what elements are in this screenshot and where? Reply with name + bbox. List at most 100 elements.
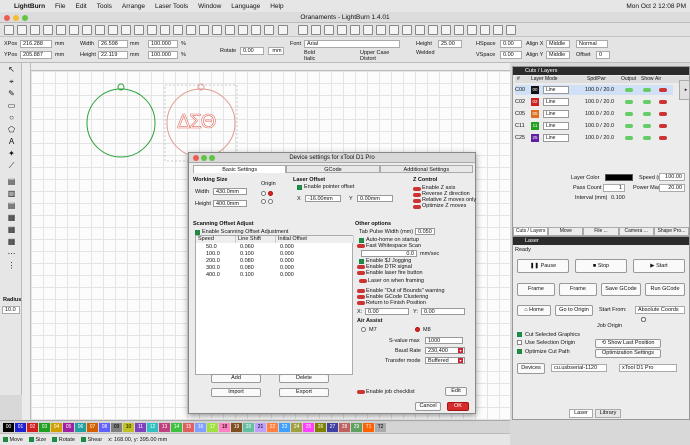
align-icon[interactable]	[199, 25, 209, 35]
layer-swatch[interactable]: 00	[531, 86, 539, 94]
size-toggle[interactable]: Size	[28, 437, 46, 443]
table-row[interactable]: 400.0 0.100 0.000	[196, 272, 352, 278]
layer-air-toggle[interactable]	[659, 100, 667, 104]
edit-nodes-icon[interactable]: ⌖	[7, 77, 16, 86]
col-speed[interactable]: Speed	[196, 236, 236, 243]
cut-selected-checkbox[interactable]: Cut Selected Graphics	[525, 332, 580, 338]
palette-swatch[interactable]: 28	[339, 422, 350, 432]
m8-radio[interactable]	[415, 327, 420, 332]
scale-width-field[interactable]: 100.000	[148, 40, 178, 48]
rotate-toggle[interactable]: Rotate	[52, 437, 75, 443]
menu-help[interactable]: Help	[270, 3, 283, 10]
zoom-fit-icon[interactable]	[147, 25, 157, 35]
gear-icon[interactable]	[506, 25, 516, 35]
show-last-position-button[interactable]: ⟲ Show Last Position	[595, 339, 661, 348]
flip-icon[interactable]	[278, 25, 288, 35]
palette-swatch[interactable]: 04	[51, 422, 62, 432]
palette-swatch[interactable]: 13	[159, 422, 170, 432]
tab-cuts-layers[interactable]: Cuts / Layers	[513, 227, 549, 236]
enable-jog-checkbox[interactable]	[359, 259, 364, 264]
layer-air-toggle[interactable]	[659, 136, 667, 140]
menu-arrange[interactable]: Arrange	[122, 3, 145, 10]
layer-mode-select[interactable]: Line	[543, 86, 569, 94]
undo-icon[interactable]	[43, 25, 53, 35]
tab-move[interactable]: Move	[548, 227, 584, 236]
interval-value[interactable]: 0.100	[611, 195, 625, 201]
laser-framing-toggle[interactable]	[359, 279, 367, 283]
width-field[interactable]: 26.598	[98, 40, 128, 48]
rotate-field[interactable]: 0.00	[240, 47, 264, 55]
import-button[interactable]: Import	[211, 388, 261, 397]
arrays-icon[interactable]	[238, 25, 248, 35]
origin-bottom-right-radio[interactable]	[268, 199, 273, 204]
port-select[interactable]: cu.usbserial-1120	[551, 364, 607, 372]
boolean-icon[interactable]	[311, 25, 321, 35]
col-line-shift[interactable]: Line Shift	[236, 236, 276, 243]
height-field[interactable]: 22.119	[98, 51, 128, 59]
ornament-text[interactable]: ΔΣΘ	[177, 111, 217, 134]
align-y-select[interactable]: Middle	[546, 51, 570, 59]
start-from-select[interactable]: Absolute Coords	[635, 306, 685, 314]
rectangle-tool-icon[interactable]: ▭	[7, 101, 16, 110]
paste-icon[interactable]	[95, 25, 105, 35]
layer-row[interactable]: C25 25 Line 100.0 / 20.0	[515, 133, 673, 143]
palette-swatch[interactable]: 05	[63, 422, 74, 432]
palette-swatch[interactable]: 22	[267, 422, 278, 432]
align-x-select[interactable]: Middle	[546, 40, 570, 48]
zoom-window-icon[interactable]	[22, 15, 28, 21]
layer-swatch[interactable]: 05	[531, 110, 539, 118]
stop-button[interactable]: ■ Stop	[575, 259, 627, 273]
close-window-icon[interactable]	[4, 15, 10, 21]
speed-field[interactable]: 100.00	[659, 173, 685, 181]
offset-y-field[interactable]: 0.00mm	[357, 195, 393, 202]
relative-z-toggle[interactable]	[413, 199, 421, 203]
align-right-icon[interactable]: ▤	[7, 201, 16, 210]
font-select[interactable]: Arial	[304, 40, 400, 48]
ypos-field[interactable]: 205.887	[20, 51, 52, 59]
origin-top-left-radio[interactable]	[261, 191, 266, 196]
enable-pointer-checkbox[interactable]	[297, 185, 302, 190]
origin-top-right-radio[interactable]	[268, 191, 273, 196]
palette-swatch[interactable]: 20	[243, 422, 254, 432]
layer-row[interactable]: C02 02 Line 100.0 / 20.0	[515, 97, 673, 107]
palette-swatch[interactable]: 17	[207, 422, 218, 432]
svalue-field[interactable]: 1000	[425, 337, 463, 344]
palette-swatch[interactable]: 27	[327, 422, 338, 432]
align-top-icon[interactable]: ▦	[7, 213, 16, 222]
palette-swatch[interactable]: 19	[231, 422, 242, 432]
layer-row[interactable]: C11 11 Line 100.0 / 20.0	[515, 121, 673, 131]
palette-swatch[interactable]: 26	[315, 422, 326, 432]
xpos-field[interactable]: 216.288	[20, 40, 52, 48]
enable-z-toggle[interactable]	[413, 187, 421, 191]
origin-bottom-left-radio[interactable]	[261, 199, 266, 204]
mirror-icon[interactable]	[251, 25, 261, 35]
palette-swatch[interactable]: 25	[303, 422, 314, 432]
palette-swatch[interactable]: 06	[75, 422, 86, 432]
power-field[interactable]: 20.00	[659, 184, 685, 192]
align-bottom-icon[interactable]: ▦	[7, 237, 16, 246]
ok-button[interactable]: OK	[447, 402, 469, 411]
text-path-icon[interactable]	[376, 25, 386, 35]
zoom-out-icon[interactable]	[134, 25, 144, 35]
menu-edit[interactable]: Edit	[76, 3, 87, 10]
delete-icon[interactable]	[108, 25, 118, 35]
position-laser-icon[interactable]: ✦	[7, 149, 16, 158]
node-icon[interactable]	[337, 25, 347, 35]
move-toggle[interactable]: Move	[3, 437, 23, 443]
offset-icon[interactable]	[324, 25, 334, 35]
layer-show-toggle[interactable]	[643, 100, 651, 104]
tools-icon[interactable]	[225, 25, 235, 35]
rotate-unit-button[interactable]: mm	[268, 47, 284, 55]
weld-icon[interactable]	[298, 25, 308, 35]
layer-row[interactable]: C00 00 Line 100.0 / 20.0	[515, 85, 673, 95]
palette-swatch[interactable]: 29	[351, 422, 362, 432]
palette-swatch[interactable]: 09	[111, 422, 122, 432]
delete-button[interactable]: Delete	[279, 374, 329, 383]
text-height-field[interactable]: 25.00	[438, 40, 462, 48]
palette-swatch[interactable]: 10	[123, 422, 134, 432]
welded-checkbox[interactable]: Welded	[416, 50, 435, 56]
layer-mode-select[interactable]: Line	[543, 122, 569, 130]
palette-swatch[interactable]: 00	[3, 422, 14, 432]
oob-warning-toggle[interactable]	[357, 289, 365, 293]
side-tab-1[interactable]: ▸	[679, 80, 690, 100]
